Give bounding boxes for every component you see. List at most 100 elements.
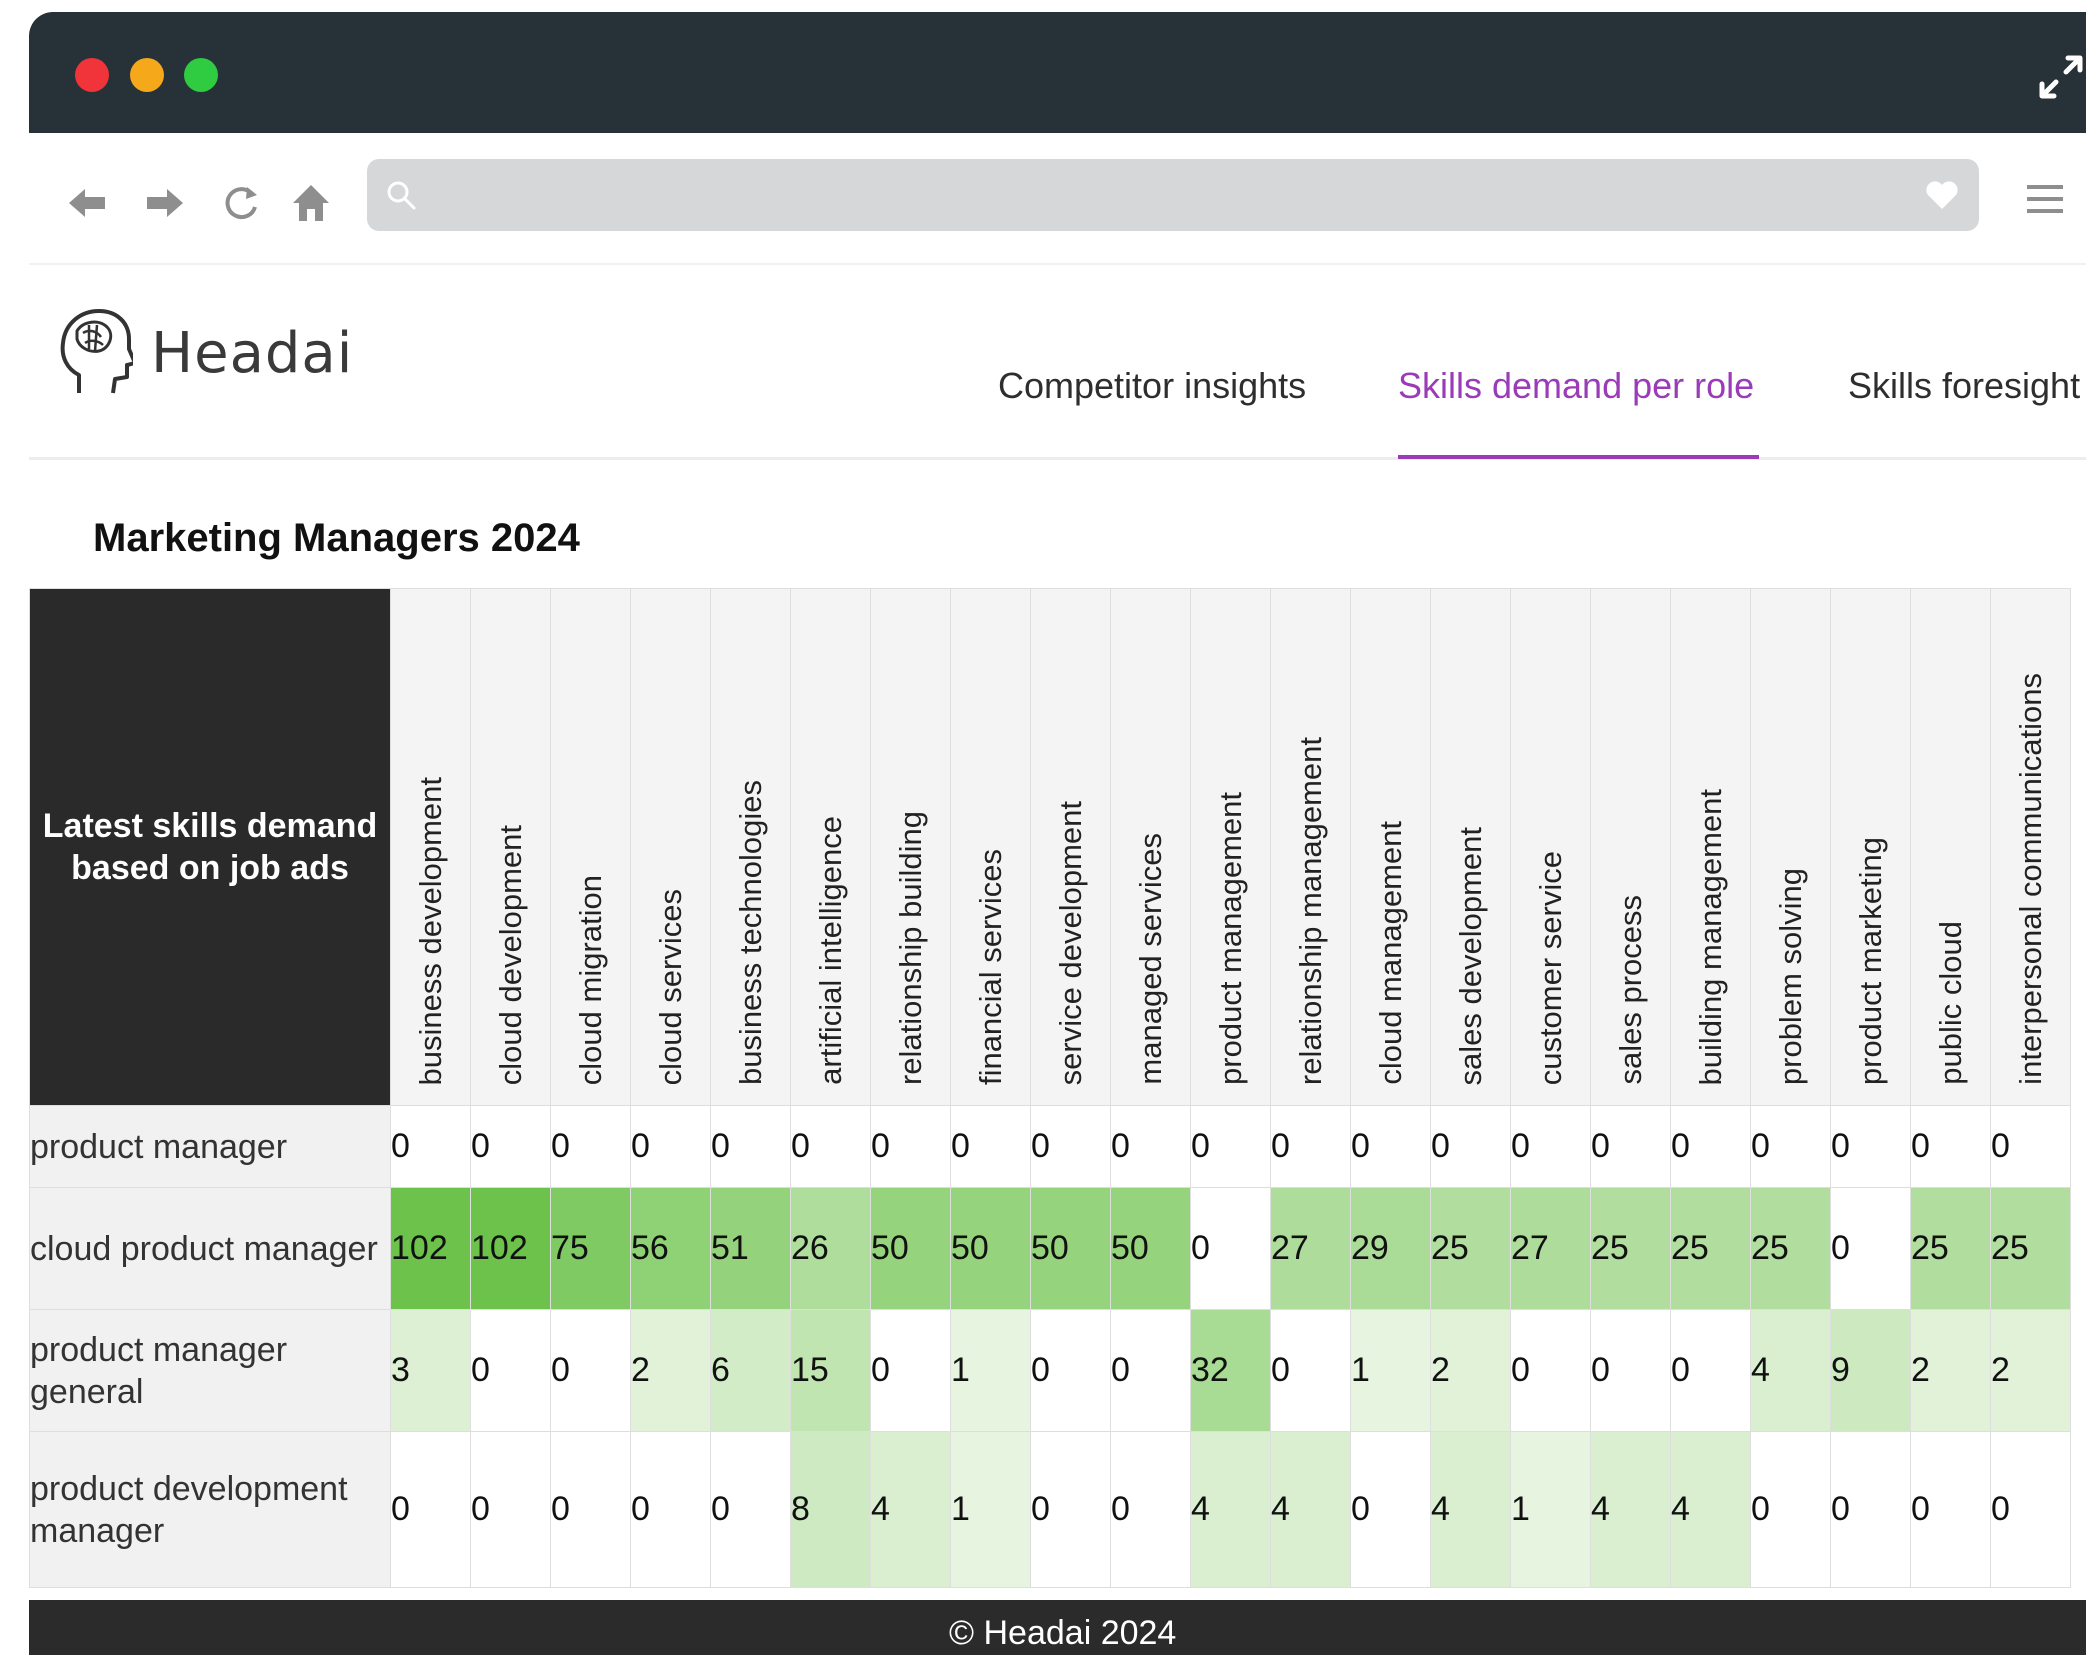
demand-value-cell[interactable]: 25 bbox=[1910, 1187, 1991, 1310]
brand-name[interactable]: Headai bbox=[151, 321, 353, 386]
skill-column-header[interactable]: service development bbox=[1030, 588, 1111, 1106]
demand-value-cell[interactable]: 102 bbox=[470, 1187, 551, 1310]
demand-value-cell[interactable]: 0 bbox=[1110, 1105, 1191, 1188]
tab-competitor-insights[interactable]: Competitor insights bbox=[998, 365, 1306, 407]
skill-column-header[interactable]: cloud services bbox=[630, 588, 711, 1106]
skill-column-header[interactable]: customer service bbox=[1510, 588, 1591, 1106]
demand-value-cell[interactable]: 9 bbox=[1830, 1309, 1911, 1432]
demand-value-cell[interactable]: 1 bbox=[1510, 1431, 1591, 1588]
demand-value-cell[interactable]: 4 bbox=[1190, 1431, 1271, 1588]
demand-value-cell[interactable]: 4 bbox=[1270, 1431, 1351, 1588]
heart-icon[interactable] bbox=[1925, 179, 1959, 211]
demand-value-cell[interactable]: 0 bbox=[1910, 1431, 1991, 1588]
demand-value-cell[interactable]: 0 bbox=[470, 1431, 551, 1588]
hamburger-menu-icon[interactable] bbox=[2025, 179, 2065, 219]
demand-value-cell[interactable]: 2 bbox=[630, 1309, 711, 1432]
demand-value-cell[interactable]: 1 bbox=[1350, 1309, 1431, 1432]
demand-value-cell[interactable]: 27 bbox=[1270, 1187, 1351, 1310]
tab-skills-demand-per-role[interactable]: Skills demand per role bbox=[1398, 365, 1754, 407]
skill-column-header[interactable]: cloud development bbox=[470, 588, 551, 1106]
skill-column-header[interactable]: business development bbox=[390, 588, 471, 1106]
skill-column-header[interactable]: building management bbox=[1670, 588, 1751, 1106]
demand-value-cell[interactable]: 4 bbox=[1430, 1431, 1511, 1588]
skill-column-header[interactable]: sales process bbox=[1590, 588, 1671, 1106]
demand-value-cell[interactable]: 0 bbox=[390, 1105, 471, 1188]
demand-value-cell[interactable]: 0 bbox=[1990, 1431, 2071, 1588]
demand-value-cell[interactable]: 0 bbox=[1830, 1105, 1911, 1188]
demand-value-cell[interactable]: 0 bbox=[710, 1431, 791, 1588]
demand-value-cell[interactable]: 0 bbox=[1030, 1309, 1111, 1432]
demand-value-cell[interactable]: 56 bbox=[630, 1187, 711, 1310]
demand-value-cell[interactable]: 27 bbox=[1510, 1187, 1591, 1310]
demand-value-cell[interactable]: 0 bbox=[550, 1431, 631, 1588]
url-input[interactable] bbox=[427, 159, 1911, 233]
demand-value-cell[interactable]: 0 bbox=[1990, 1105, 2071, 1188]
demand-value-cell[interactable]: 1 bbox=[950, 1309, 1031, 1432]
demand-value-cell[interactable]: 0 bbox=[710, 1105, 791, 1188]
skill-column-header[interactable]: financial services bbox=[950, 588, 1031, 1106]
demand-value-cell[interactable]: 2 bbox=[1430, 1309, 1511, 1432]
demand-value-cell[interactable]: 6 bbox=[710, 1309, 791, 1432]
demand-value-cell[interactable]: 0 bbox=[1270, 1105, 1351, 1188]
demand-value-cell[interactable]: 0 bbox=[1830, 1431, 1911, 1588]
demand-value-cell[interactable]: 2 bbox=[1990, 1309, 2071, 1432]
demand-value-cell[interactable]: 50 bbox=[1110, 1187, 1191, 1310]
demand-value-cell[interactable]: 0 bbox=[550, 1309, 631, 1432]
demand-value-cell[interactable]: 0 bbox=[1110, 1309, 1191, 1432]
skill-column-header[interactable]: public cloud bbox=[1910, 588, 1991, 1106]
demand-value-cell[interactable]: 4 bbox=[1750, 1309, 1831, 1432]
demand-value-cell[interactable]: 25 bbox=[1990, 1187, 2071, 1310]
skill-column-header[interactable]: interpersonal communications bbox=[1990, 588, 2071, 1106]
tab-skills-foresight[interactable]: Skills foresight bbox=[1848, 365, 2080, 407]
demand-value-cell[interactable]: 0 bbox=[950, 1105, 1031, 1188]
demand-value-cell[interactable]: 32 bbox=[1190, 1309, 1271, 1432]
demand-value-cell[interactable]: 0 bbox=[1750, 1105, 1831, 1188]
close-window-button[interactable] bbox=[75, 58, 109, 92]
demand-value-cell[interactable]: 4 bbox=[870, 1431, 951, 1588]
demand-value-cell[interactable]: 3 bbox=[390, 1309, 471, 1432]
demand-value-cell[interactable]: 0 bbox=[630, 1431, 711, 1588]
skill-column-header[interactable]: product management bbox=[1190, 588, 1271, 1106]
demand-value-cell[interactable]: 0 bbox=[550, 1105, 631, 1188]
demand-value-cell[interactable]: 0 bbox=[1030, 1105, 1111, 1188]
demand-value-cell[interactable]: 0 bbox=[1110, 1431, 1191, 1588]
demand-value-cell[interactable]: 0 bbox=[470, 1105, 551, 1188]
demand-value-cell[interactable]: 0 bbox=[1510, 1105, 1591, 1188]
demand-value-cell[interactable]: 0 bbox=[1190, 1187, 1271, 1310]
demand-value-cell[interactable]: 0 bbox=[1430, 1105, 1511, 1188]
demand-value-cell[interactable]: 25 bbox=[1750, 1187, 1831, 1310]
demand-value-cell[interactable]: 0 bbox=[1510, 1309, 1591, 1432]
head-logo-icon[interactable] bbox=[59, 309, 133, 395]
role-label[interactable]: cloud product manager bbox=[29, 1187, 391, 1310]
demand-value-cell[interactable]: 1 bbox=[950, 1431, 1031, 1588]
demand-value-cell[interactable]: 0 bbox=[870, 1105, 951, 1188]
demand-value-cell[interactable]: 0 bbox=[1670, 1105, 1751, 1188]
demand-value-cell[interactable]: 50 bbox=[870, 1187, 951, 1310]
demand-value-cell[interactable]: 0 bbox=[390, 1431, 471, 1588]
demand-value-cell[interactable]: 0 bbox=[630, 1105, 711, 1188]
skill-column-header[interactable]: cloud management bbox=[1350, 588, 1431, 1106]
demand-value-cell[interactable]: 4 bbox=[1670, 1431, 1751, 1588]
demand-value-cell[interactable]: 15 bbox=[790, 1309, 871, 1432]
demand-value-cell[interactable]: 2 bbox=[1910, 1309, 1991, 1432]
demand-value-cell[interactable]: 25 bbox=[1430, 1187, 1511, 1310]
demand-value-cell[interactable]: 4 bbox=[1590, 1431, 1671, 1588]
demand-value-cell[interactable]: 0 bbox=[470, 1309, 551, 1432]
reload-icon[interactable] bbox=[219, 181, 263, 225]
expand-icon[interactable] bbox=[2036, 52, 2086, 102]
home-icon[interactable] bbox=[289, 181, 333, 225]
demand-value-cell[interactable]: 25 bbox=[1670, 1187, 1751, 1310]
arrow-right-icon[interactable] bbox=[143, 181, 187, 225]
demand-value-cell[interactable]: 51 bbox=[710, 1187, 791, 1310]
demand-value-cell[interactable]: 0 bbox=[1270, 1309, 1351, 1432]
minimize-window-button[interactable] bbox=[130, 58, 164, 92]
skill-column-header[interactable]: relationship building bbox=[870, 588, 951, 1106]
skill-column-header[interactable]: product marketing bbox=[1830, 588, 1911, 1106]
demand-value-cell[interactable]: 50 bbox=[950, 1187, 1031, 1310]
skill-column-header[interactable]: relationship management bbox=[1270, 588, 1351, 1106]
maximize-window-button[interactable] bbox=[184, 58, 218, 92]
role-label[interactable]: product manager bbox=[29, 1105, 391, 1188]
demand-value-cell[interactable]: 0 bbox=[1670, 1309, 1751, 1432]
demand-value-cell[interactable]: 50 bbox=[1030, 1187, 1111, 1310]
demand-value-cell[interactable]: 0 bbox=[1350, 1431, 1431, 1588]
